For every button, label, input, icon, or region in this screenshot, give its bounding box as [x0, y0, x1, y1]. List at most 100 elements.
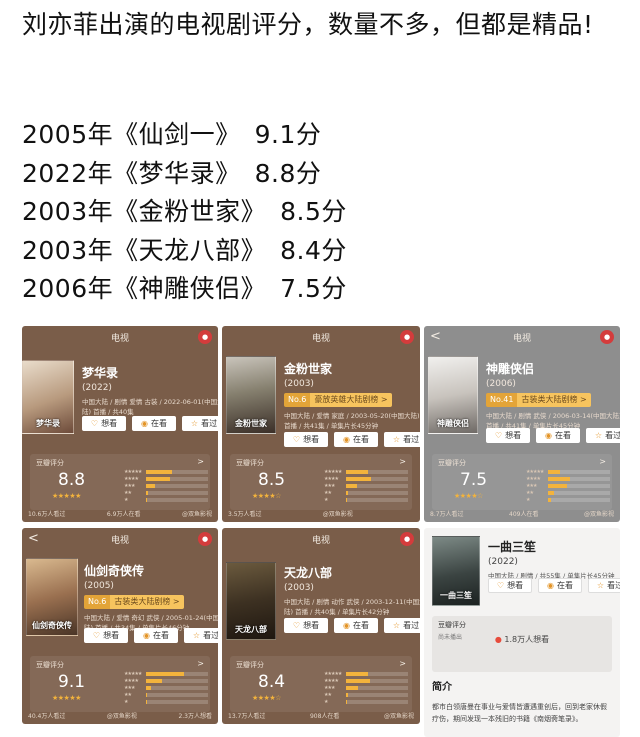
rating-bar-row: ★★★★★	[324, 670, 408, 677]
rating-bar-row: ★	[124, 496, 208, 503]
rating-bar-row: ★	[124, 698, 208, 705]
rank-badge[interactable]: No.6 豪放英雄大陆剧榜 >	[284, 393, 392, 407]
show-name: 天龙八部	[284, 566, 333, 580]
rating-bar-track	[346, 497, 408, 502]
rating-bar-track	[346, 699, 408, 704]
action-buttons: ♡ 想看 ◉ 在看 ☆ 看过	[82, 416, 218, 431]
poster-title: 仙剑奇侠传	[32, 621, 72, 630]
nav-title: 电视	[311, 535, 330, 546]
star-rating: ★★★★☆	[454, 492, 483, 500]
heart-icon: ♡	[92, 631, 101, 640]
watched-button[interactable]: ☆ 看过	[384, 618, 420, 633]
poster-image[interactable]: 神雕侠侣	[428, 356, 478, 434]
poster-image[interactable]: 仙剑奇侠传	[26, 558, 78, 636]
show-info: 天龙八部 (2003) 中国大陆 / 剧情 动作 武侠 / 2003-12-11…	[284, 564, 420, 617]
star-rating: ★★★★☆	[252, 694, 281, 702]
watching-button[interactable]: ◉ 在看	[334, 618, 378, 633]
watching-button[interactable]: ◉ 在看	[538, 578, 582, 593]
card-footer: 3.5万人看过 @双鱼影视	[228, 511, 353, 518]
rating-bar-row: ★★	[526, 489, 610, 496]
rating-bar-row: ★★★★	[124, 677, 208, 684]
show-name: 金粉世家	[284, 362, 333, 376]
chevron-right-icon: >	[197, 659, 204, 668]
heart-icon: ♡	[494, 431, 503, 440]
show-info: 仙剑奇侠传 (2005) No.6 古装类大陆剧榜 > 中国大陆 / 爱情 奇幻 …	[84, 562, 218, 633]
star-rating: ★★★★☆	[252, 492, 281, 500]
rating-bar-row: ★★★★	[324, 475, 408, 482]
rating-bar-row: ★★	[124, 489, 208, 496]
show-year: (2005)	[84, 581, 114, 591]
score-panel[interactable]: 豆瓣评分 > 9.1 ★★★★★ ★★★★★ ★★★★ ★★★ ★★ ★	[30, 656, 210, 712]
rating-bar-row: ★	[526, 496, 610, 503]
rating-bar-row: ★	[324, 698, 408, 705]
want-button[interactable]: ♡ 想看	[486, 428, 530, 443]
rating-bar-track	[548, 497, 610, 502]
rating-bars: ★★★★★ ★★★★ ★★★ ★★ ★	[324, 468, 408, 503]
rating-list: 2005年《仙剑一》 9.1分 2022年《梦华录》 8.8分 2003年《金粉世家…	[22, 116, 347, 309]
action-buttons: ♡ 想看 ◉ 在看 ☆ 看过	[284, 618, 420, 633]
watching-button[interactable]: ◉ 在看	[536, 428, 580, 443]
rating-bar-row: ★	[324, 496, 408, 503]
watched-button[interactable]: ☆ 看过	[384, 432, 420, 447]
score-panel[interactable]: 豆瓣评分 > 8.5 ★★★★☆ ★★★★★ ★★★★ ★★★ ★★ ★	[230, 454, 412, 510]
poster-image[interactable]: 天龙八部	[226, 562, 276, 640]
rank-badge[interactable]: No.6 古装类大陆剧榜 >	[84, 595, 184, 609]
want-button[interactable]: ♡ 想看	[284, 618, 328, 633]
rating-bar-track	[146, 469, 208, 474]
card-footer: 10.6万人看过 6.9万人在看 @双鱼影视	[28, 511, 212, 518]
show-info: 神雕侠侣 (2006) No.41 古装类大陆剧榜 > 中国大陆 / 剧情 武侠 …	[486, 360, 620, 431]
show-name: 梦华录	[82, 366, 119, 380]
back-icon[interactable]: <	[28, 531, 39, 546]
watched-button[interactable]: ☆ 看过	[588, 578, 620, 593]
star-row-icon: ★★★★	[324, 475, 339, 482]
rating-bar-fill	[146, 497, 148, 502]
show-name: 神雕侠侣	[486, 362, 535, 376]
rating-bar-track	[146, 497, 208, 502]
app-logo-icon: ●	[400, 532, 414, 546]
rating-bar-track	[146, 671, 208, 676]
score-panel[interactable]: 豆瓣评分 > 8.8 ★★★★★ ★★★★★ ★★★★ ★★★ ★★ ★	[30, 454, 210, 510]
eye-icon: ◉	[343, 621, 350, 630]
heart-icon: ♡	[90, 419, 99, 428]
rating-bar-fill	[548, 476, 570, 481]
eye-icon: ◉	[143, 631, 150, 640]
watched-button[interactable]: ☆ 看过	[184, 628, 218, 643]
chevron-right-icon: >	[197, 457, 204, 466]
rating-bar-row: ★★★	[124, 482, 208, 489]
star-icon: ☆	[596, 581, 605, 590]
score-value: 8.5	[258, 470, 286, 490]
want-button[interactable]: ♡ 想看	[84, 628, 128, 643]
star-row-icon: ★★★★★	[324, 468, 342, 475]
nav-bar: 电视 ●	[222, 528, 420, 550]
score-value: 8.8	[58, 470, 86, 490]
watching-button[interactable]: ◉ 在看	[334, 432, 378, 447]
watching-button[interactable]: ◉ 在看	[132, 416, 176, 431]
nav-title: 电视	[311, 333, 330, 344]
score-panel[interactable]: 豆瓣评分 > 8.4 ★★★★☆ ★★★★★ ★★★★ ★★★ ★★ ★	[230, 656, 412, 712]
rating-bar-fill	[346, 469, 369, 474]
want-count: ● 1.8万人想看	[494, 635, 550, 644]
rating-bar-row: ★★★★	[124, 475, 208, 482]
want-button[interactable]: ♡ 想看	[488, 578, 532, 593]
score-panel[interactable]: 豆瓣评分 > 7.5 ★★★★☆ ★★★★★ ★★★★ ★★★ ★★ ★	[432, 454, 612, 510]
watching-button[interactable]: ◉ 在看	[134, 628, 178, 643]
rating-bar-track	[346, 692, 408, 697]
poster-image[interactable]: 一曲三笙	[432, 536, 480, 606]
watched-button[interactable]: ☆ 看过	[182, 416, 218, 431]
intro-heading: 简介	[432, 682, 452, 693]
rank-badge[interactable]: No.41 古装类大陆剧榜 >	[486, 393, 591, 407]
want-button[interactable]: ♡ 想看	[284, 432, 328, 447]
back-icon[interactable]: <	[430, 329, 441, 344]
nav-bar: < 电视 ●	[424, 326, 620, 348]
poster-image[interactable]: 梦华录	[22, 360, 74, 434]
star-row-icon: ★★★★	[526, 475, 541, 482]
poster-image[interactable]: 金粉世家	[226, 356, 276, 434]
poster-title: 一曲三笙	[440, 591, 472, 600]
show-info: 一曲三笙 (2022) 中国大陆 / 剧情 / 共55集 / 单集片长45分钟	[488, 538, 615, 581]
watched-button[interactable]: ☆ 看过	[586, 428, 620, 443]
want-panel: 豆瓣评分 尚未播出 ● 1.8万人想看	[432, 616, 612, 672]
show-meta: 中国大陆 / 剧情 动作 武侠 / 2003-12-11(中国大 陆) 首播 / …	[284, 598, 420, 616]
nav-title: 电视	[110, 333, 129, 344]
score-value: 9.1	[58, 672, 86, 692]
want-button[interactable]: ♡ 想看	[82, 416, 126, 431]
